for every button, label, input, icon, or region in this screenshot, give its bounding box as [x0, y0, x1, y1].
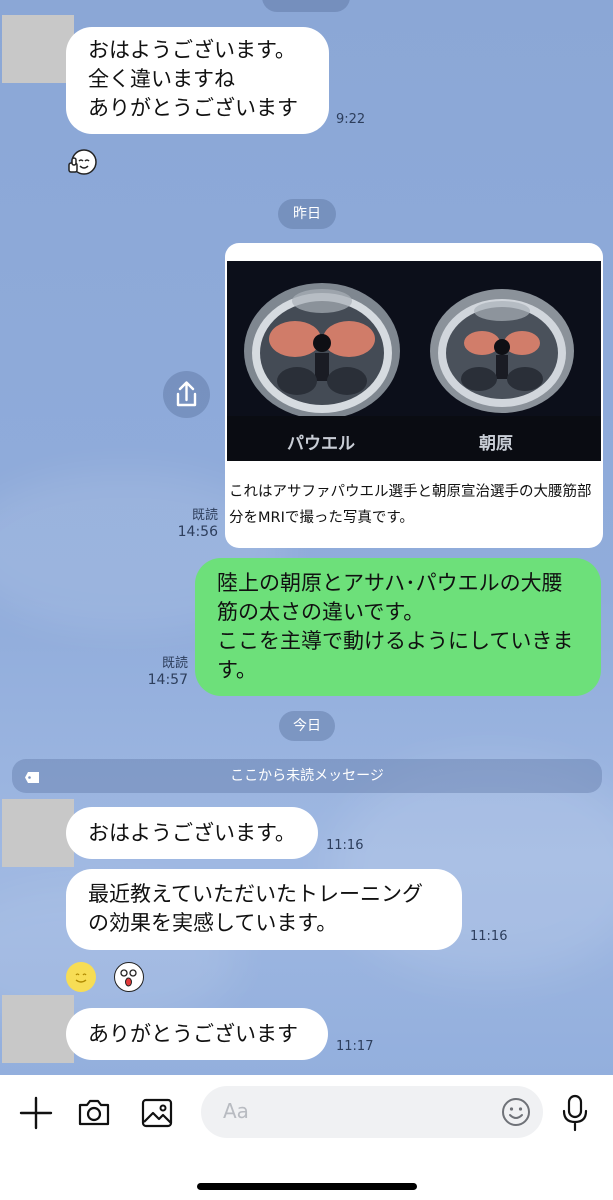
input-placeholder: Aa: [223, 1099, 249, 1123]
message-input[interactable]: Aa: [201, 1086, 543, 1138]
mic-icon: [562, 1094, 588, 1132]
message-bubble-incoming[interactable]: おはようございます。 全く違いますね ありがとうございます: [66, 27, 329, 134]
message-bubble-incoming[interactable]: ありがとうございます: [66, 1008, 328, 1060]
image-label-right: 朝原: [479, 434, 513, 454]
mri-image[interactable]: パウエル 朝原: [227, 261, 601, 461]
image-button[interactable]: [140, 1096, 174, 1130]
reaction-emoji-icon[interactable]: [67, 146, 99, 178]
date-separator: 昨日: [278, 199, 336, 229]
read-label: 既読: [161, 656, 188, 671]
read-receipt: 既読 14:57: [146, 655, 188, 689]
surprised-emoji-icon[interactable]: [114, 962, 144, 992]
camera-icon: [78, 1099, 110, 1126]
avatar[interactable]: [2, 15, 74, 83]
message-time: 11:16: [326, 838, 364, 853]
image-icon: [141, 1098, 173, 1128]
read-label: 既読: [191, 508, 218, 523]
message-bubble-incoming[interactable]: おはようございます。: [66, 807, 318, 859]
message-time: 11:16: [470, 929, 508, 944]
avatar[interactable]: [2, 799, 74, 867]
plus-icon: [19, 1096, 53, 1130]
avatar[interactable]: [2, 995, 74, 1063]
add-button[interactable]: [18, 1095, 54, 1131]
share-icon: [176, 381, 197, 407]
image-message[interactable]: パウエル 朝原 これはアサファパウエル選手と朝原宣治選手の大腰筋部分をMRIで撮…: [225, 243, 603, 548]
input-bar: Aa: [0, 1075, 613, 1200]
emoji-icon: [502, 1098, 530, 1126]
image-label-left: パウエル: [287, 434, 355, 454]
date-pill-partial: [262, 0, 350, 12]
message-time: 9:22: [336, 112, 366, 127]
image-caption: これはアサファパウエル選手と朝原宣治選手の大腰筋部分をMRIで撮った写真です。: [229, 484, 592, 526]
read-receipt: 既読 14:56: [176, 507, 218, 541]
camera-button[interactable]: [77, 1095, 111, 1129]
message-time: 14:56: [177, 524, 218, 540]
message-bubble-incoming[interactable]: 最近教えていただいたトレーニング の効果を実感しています。: [66, 869, 462, 950]
mic-button[interactable]: [562, 1094, 588, 1132]
message-time: 14:57: [147, 672, 188, 688]
message-time: 11:17: [336, 1039, 374, 1054]
chat-area: おはようございます。 全く違いますね ありがとうございます 9:22 昨日 パウ…: [0, 0, 613, 1075]
date-separator: 今日: [279, 711, 335, 741]
home-indicator: [197, 1183, 417, 1190]
message-bubble-outgoing[interactable]: 陸上の朝原とアサハ･パウエルの大腰筋の太さの違いです。 ここを主導で動けるように…: [195, 558, 601, 696]
unread-label: ここから未読メッセージ: [230, 768, 384, 784]
smile-emoji-icon[interactable]: [66, 962, 96, 992]
unread-divider: ここから未読メッセージ: [12, 759, 602, 793]
share-button[interactable]: [163, 371, 210, 418]
emoji-button[interactable]: [501, 1097, 531, 1127]
